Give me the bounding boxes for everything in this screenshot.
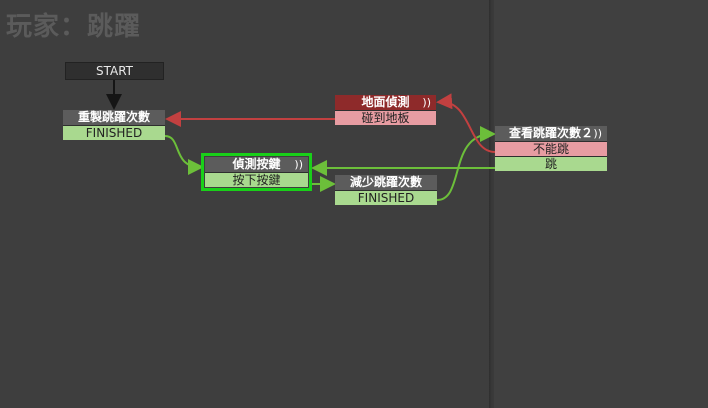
state-detect-key[interactable]: 偵測按鍵 )) 按下按鍵 (201, 153, 312, 191)
state-title: 查看跳躍次數２ )) (495, 126, 607, 141)
state-ground-detect[interactable]: 地面偵測 )) 碰到地板 (335, 95, 436, 125)
wire-reset-finished (164, 135, 204, 175)
state-check-jump-count[interactable]: 查看跳躍次數２ )) 不能跳 跳 (495, 126, 607, 171)
state-title: 偵測按鍵 )) (205, 157, 308, 172)
transition-event[interactable]: FINISHED (335, 190, 437, 205)
start-node[interactable]: START (65, 62, 164, 80)
action-wave-icon: )) (422, 96, 431, 109)
state-title: 地面偵測 )) (335, 95, 436, 110)
transition-event[interactable]: FINISHED (63, 125, 165, 140)
state-reduce-jump-count[interactable]: 減少跳躍次數 FINISHED (335, 175, 437, 205)
transition-event[interactable]: 按下按鍵 (205, 172, 308, 187)
transition-event[interactable]: 碰到地板 (335, 110, 436, 125)
action-wave-icon: )) (593, 127, 602, 140)
state-title: 減少跳躍次數 (335, 175, 437, 190)
action-wave-icon: )) (294, 158, 303, 171)
transition-event[interactable]: 不能跳 (495, 141, 607, 156)
state-reset-jump-count[interactable]: 重製跳躍次數 FINISHED (63, 110, 165, 140)
state-title: 重製跳躍次數 (63, 110, 165, 125)
transition-event[interactable]: 跳 (495, 156, 607, 171)
